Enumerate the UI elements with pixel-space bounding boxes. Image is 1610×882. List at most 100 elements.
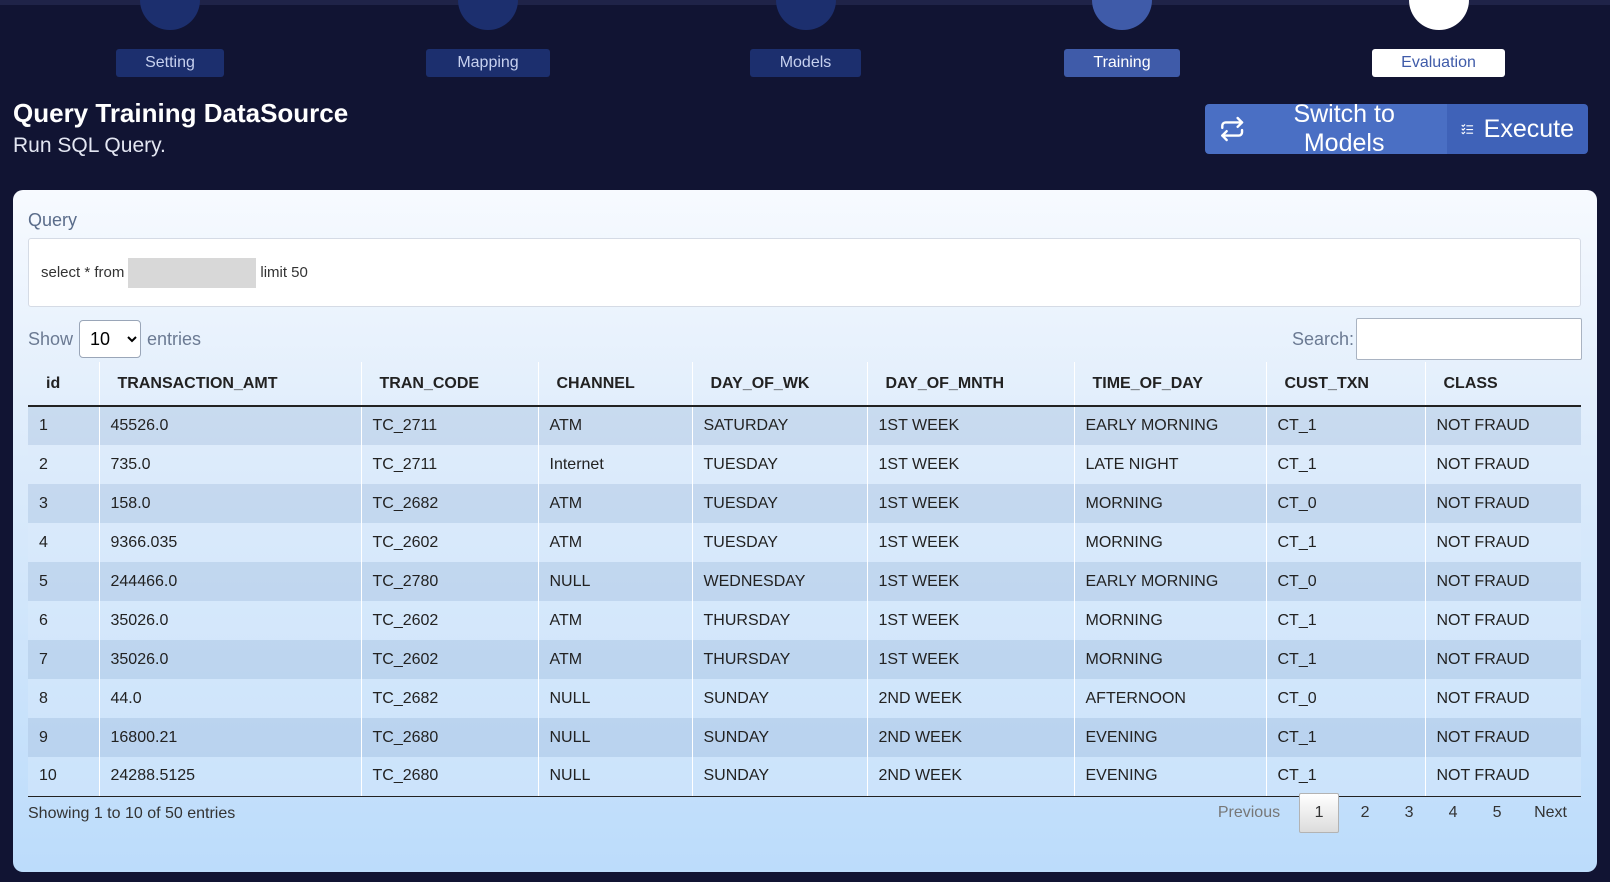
header-button-group: Switch to Models Execute — [1205, 100, 1588, 157]
table-cell: 5 — [28, 562, 100, 601]
table-cell: ATM — [538, 601, 693, 640]
table-cell: NULL — [538, 718, 693, 757]
table-cell: TC_2602 — [361, 523, 539, 562]
table-cell: CT_0 — [1266, 484, 1426, 523]
table-cell: 16800.21 — [99, 718, 362, 757]
table-cell: 2 — [28, 445, 100, 484]
table-cell: CT_1 — [1266, 718, 1426, 757]
table-cell: 35026.0 — [99, 640, 362, 679]
next-page-button[interactable]: Next — [1519, 793, 1582, 833]
column-header[interactable]: DAY_OF_WK — [692, 362, 868, 407]
page-size-control: Show 10 entries — [28, 320, 201, 358]
page-button-4[interactable]: 4 — [1431, 793, 1475, 833]
page-button-2[interactable]: 2 — [1343, 793, 1387, 833]
table-cell: TC_2780 — [361, 562, 539, 601]
table-cell: NULL — [538, 562, 693, 601]
column-header[interactable]: CUST_TXN — [1266, 362, 1426, 407]
page-button-5[interactable]: 5 — [1475, 793, 1519, 833]
table-cell: 24288.5125 — [99, 757, 362, 797]
table-cell: 9366.035 — [99, 523, 362, 562]
entries-label: entries — [147, 328, 202, 349]
query-input[interactable]: select * from limit 50 — [28, 238, 1581, 307]
table-header-row: id TRANSACTION_AMT TRAN_CODE CHANNEL DAY… — [28, 362, 1581, 407]
query-suffix: limit 50 — [260, 264, 308, 281]
step-mapping-label: Mapping — [426, 49, 550, 77]
table-cell: NOT FRAUD — [1425, 640, 1581, 679]
table-cell: 1ST WEEK — [867, 445, 1075, 484]
previous-page-button[interactable]: Previous — [1203, 793, 1295, 833]
step-training-marker — [1092, 0, 1152, 30]
table-cell: MORNING — [1074, 601, 1267, 640]
table-cell: WEDNESDAY — [692, 562, 868, 601]
table-cell: EARLY MORNING — [1074, 406, 1267, 445]
table-row: 4 9366.035 TC_2602 ATM TUESDAY 1ST WEEK MORNIN… — [28, 523, 1581, 562]
table-cell: 7 — [28, 640, 100, 679]
table-cell: MORNING — [1074, 640, 1267, 679]
page-size-select[interactable]: 10 — [79, 320, 142, 358]
table-cell: 44.0 — [99, 679, 362, 718]
table-cell: 1ST WEEK — [867, 406, 1075, 445]
table-row: 1 45526.0 TC_2711 ATM SATURDAY 1ST WEEK EARLY … — [28, 406, 1581, 445]
page-button-3[interactable]: 3 — [1387, 793, 1431, 833]
table-cell: NOT FRAUD — [1425, 523, 1581, 562]
table-cell: TC_2680 — [361, 718, 539, 757]
table-cell: THURSDAY — [692, 601, 868, 640]
table-cell: TC_2711 — [361, 445, 539, 484]
table-cell: Internet — [538, 445, 693, 484]
table-info: Showing 1 to 10 of 50 entries — [28, 805, 236, 822]
table-cell: 6 — [28, 601, 100, 640]
query-label: Query — [28, 210, 78, 230]
switch-to-models-label: Switch to Models — [1293, 100, 1395, 157]
step-models-marker — [775, 0, 836, 30]
table-cell: NOT FRAUD — [1425, 562, 1581, 601]
table-cell: 45526.0 — [99, 406, 362, 445]
query-prefix: select * from — [41, 264, 125, 281]
table-cell: TC_2682 — [361, 484, 539, 523]
table-cell: TC_2711 — [361, 406, 539, 445]
page-title: Query Training DataSource — [13, 98, 349, 128]
table-cell: NOT FRAUD — [1425, 406, 1581, 445]
table-cell: NOT FRAUD — [1425, 718, 1581, 757]
table-cell: CT_0 — [1266, 562, 1426, 601]
column-header[interactable]: DAY_OF_MNTH — [867, 362, 1075, 407]
table-cell: 10 — [28, 757, 100, 797]
table-cell: NOT FRAUD — [1425, 601, 1581, 640]
table-cell: CT_1 — [1266, 523, 1426, 562]
table-cell: NOT FRAUD — [1425, 679, 1581, 718]
table-cell: 1ST WEEK — [867, 562, 1075, 601]
switch-to-models-button[interactable]: Switch to Models — [1205, 100, 1447, 157]
column-header[interactable]: TRANSACTION_AMT — [99, 362, 362, 407]
step-mapping-marker — [458, 0, 518, 30]
table-cell: CT_1 — [1266, 757, 1426, 797]
column-header[interactable]: TRAN_CODE — [361, 362, 539, 407]
table-cell: TUESDAY — [692, 484, 868, 523]
column-header[interactable]: id — [28, 362, 100, 407]
pagination: Previous 1 2 3 4 5 Next — [1203, 792, 1582, 834]
table-cell: LATE NIGHT — [1074, 445, 1267, 484]
table-row: 7 35026.0 TC_2602 ATM THURSDAY 1ST WEEK MORNIN… — [28, 640, 1581, 679]
table-cell: 35026.0 — [99, 601, 362, 640]
search-input[interactable] — [1356, 318, 1582, 360]
table-cell: SATURDAY — [692, 406, 868, 445]
table-cell: NOT FRAUD — [1425, 757, 1581, 797]
table-cell: 9 — [28, 718, 100, 757]
table-cell: 244466.0 — [99, 562, 362, 601]
execute-button[interactable]: Execute — [1447, 104, 1588, 154]
column-header[interactable]: TIME_OF_DAY — [1074, 362, 1267, 407]
search-label: Search: — [1291, 328, 1354, 349]
table-cell: SUNDAY — [692, 718, 868, 757]
table-cell: SUNDAY — [692, 679, 868, 718]
table-cell: 735.0 — [99, 445, 362, 484]
table-cell: TC_2602 — [361, 601, 539, 640]
table-row: 9 16800.21 TC_2680 NULL SUNDAY 2ND WEEK EVENIN… — [28, 718, 1581, 757]
page-button-1[interactable]: 1 — [1299, 793, 1340, 833]
column-header[interactable]: CHANNEL — [538, 362, 693, 407]
table-cell: TC_2682 — [361, 679, 539, 718]
column-header[interactable]: CLASS — [1425, 362, 1581, 407]
table-cell: 1ST WEEK — [867, 523, 1075, 562]
table-cell: ATM — [538, 640, 693, 679]
search-control: Search: — [1292, 318, 1582, 360]
step-evaluation-label: Evaluation — [1372, 49, 1505, 77]
table-cell: TUESDAY — [692, 523, 868, 562]
table-cell: 2ND WEEK — [867, 679, 1075, 718]
